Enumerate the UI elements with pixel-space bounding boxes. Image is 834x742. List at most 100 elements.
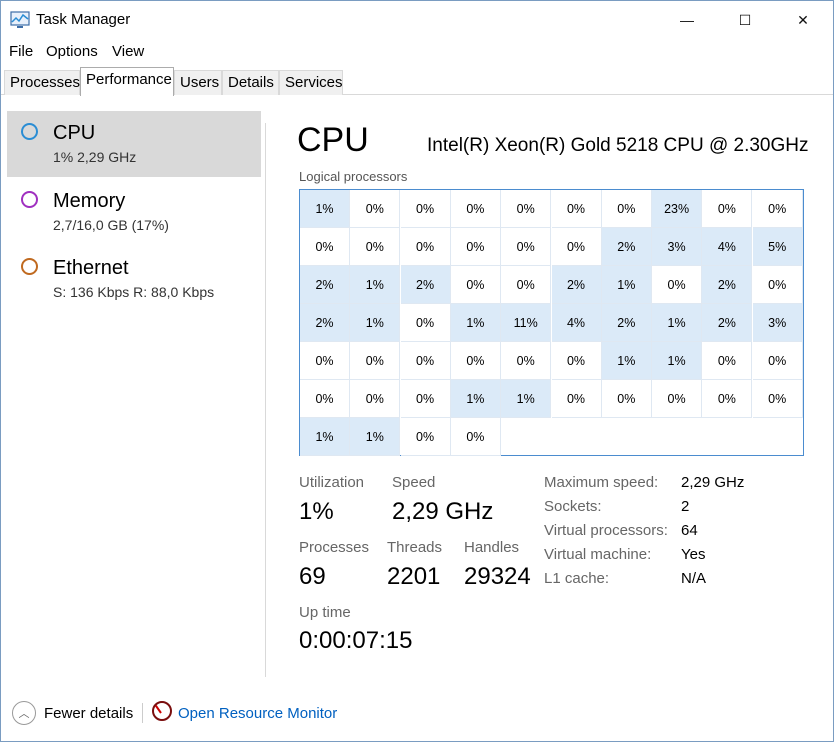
logical-processor-cell: 1% [300, 418, 350, 456]
maximize-button[interactable]: ☐ [716, 1, 774, 39]
sidebar-item-ethernet[interactable]: Ethernet S: 136 Kbps R: 88,0 Kbps [7, 246, 261, 312]
logical-processor-cell: 11% [501, 304, 552, 342]
menu-view[interactable]: View [112, 43, 144, 60]
logical-processor-cell: 0% [752, 190, 803, 228]
logical-processor-cell: 2% [400, 266, 451, 304]
logical-processor-cell: 0% [400, 380, 451, 418]
logical-processor-cell: 0% [450, 228, 501, 266]
logical-processor-cell: 0% [350, 228, 401, 266]
footer-separator [142, 703, 143, 723]
logical-processor-cell: 1% [300, 190, 350, 228]
sockets-label: Sockets: [544, 498, 602, 515]
logical-processor-cell: 0% [300, 342, 350, 380]
fewer-details-link[interactable]: Fewer details [44, 705, 133, 722]
logical-processor-cell: 2% [601, 304, 652, 342]
speed-label: Speed [392, 474, 436, 491]
sidebar-item-cpu[interactable]: CPU 1% 2,29 GHz [7, 111, 261, 177]
sidebar-item-memory[interactable]: Memory 2,7/16,0 GB (17%) [7, 179, 261, 245]
logical-processor-cell: 23% [652, 190, 703, 228]
sidebar-item-subtext: S: 136 Kbps R: 88,0 Kbps [53, 284, 215, 300]
tab-processes[interactable]: Processes [4, 70, 80, 95]
sidebar-item-label: Ethernet [53, 257, 129, 279]
footer-bar: ︿ Fewer details Open Resource Monitor [1, 691, 833, 741]
logical-processor-cell: 0% [601, 190, 652, 228]
utilization-value: 1% [299, 498, 334, 525]
uptime-label: Up time [299, 604, 351, 621]
logical-processor-cell: 0% [551, 380, 602, 418]
minimize-button[interactable]: — [658, 1, 716, 39]
logical-processor-cell: 2% [702, 304, 753, 342]
handles-label: Handles [464, 539, 520, 556]
logical-processor-cell: 2% [601, 228, 652, 266]
logical-processor-cell: 1% [350, 266, 401, 304]
logical-processor-cell: 0% [300, 380, 350, 418]
sockets-value: 2 [681, 498, 690, 515]
logical-processor-cell: 0% [450, 342, 501, 380]
logical-processor-cell: 0% [652, 266, 703, 304]
logical-processor-cell: 0% [450, 418, 501, 456]
task-manager-window: Task Manager — ☐ ✕ File Options View Pro… [0, 0, 834, 742]
speed-value: 2,29 GHz [392, 498, 494, 525]
logical-processor-cell: 0% [400, 418, 451, 456]
logical-processor-cell: 0% [450, 190, 501, 228]
tab-services[interactable]: Services [279, 70, 343, 95]
logical-processor-cell: 3% [652, 228, 703, 266]
logical-processor-cell: 1% [450, 380, 501, 418]
logical-processor-cell: 1% [450, 304, 501, 342]
sidebar-divider[interactable] [265, 123, 266, 677]
resource-monitor-icon[interactable] [152, 701, 172, 721]
memory-graph-icon [21, 191, 38, 208]
logical-processor-cell: 0% [702, 380, 753, 418]
maximize-icon: ☐ [738, 11, 752, 28]
logical-processor-cell: 3% [752, 304, 803, 342]
l1-cache-label: L1 cache: [544, 570, 610, 587]
logical-processor-cell: 0% [501, 228, 552, 266]
logical-processor-cell: 1% [601, 266, 652, 304]
close-icon: ✕ [797, 11, 809, 28]
max-speed-value: 2,29 GHz [681, 474, 745, 491]
logical-processor-cell: 0% [400, 304, 451, 342]
close-button[interactable]: ✕ [774, 1, 832, 39]
title-bar[interactable]: Task Manager — ☐ ✕ [1, 1, 833, 39]
logical-processor-cell: 0% [752, 380, 803, 418]
logical-processor-cell: 2% [300, 266, 350, 304]
menu-options[interactable]: Options [46, 43, 98, 60]
ethernet-graph-icon [21, 258, 38, 275]
menu-file[interactable]: File [9, 43, 33, 60]
processes-label: Processes [299, 539, 370, 556]
virtual-machine-label: Virtual machine: [544, 546, 652, 563]
logical-processor-cell: 0% [350, 342, 401, 380]
logical-processor-cell: 0% [551, 190, 602, 228]
virtual-processors-value: 64 [681, 522, 698, 539]
uptime-value: 0:00:07:15 [299, 627, 413, 654]
chevron-up-icon[interactable]: ︿ [12, 701, 36, 725]
open-resource-monitor-link[interactable]: Open Resource Monitor [178, 705, 337, 722]
l1-cache-value: N/A [681, 570, 707, 587]
logical-processors-label: Logical processors [299, 169, 408, 184]
threads-label: Threads [387, 539, 443, 556]
utilization-label: Utilization [299, 474, 365, 491]
sidebar-item-label: Memory [53, 190, 126, 212]
logical-processor-cell: 0% [350, 190, 401, 228]
logical-processor-cell: 0% [752, 266, 803, 304]
logical-processor-cell: 4% [702, 228, 753, 266]
logical-processor-cell: 0% [400, 190, 451, 228]
logical-processor-cell: 0% [400, 228, 451, 266]
tab-details[interactable]: Details [222, 70, 279, 95]
logical-processor-cell: 0% [400, 342, 451, 380]
logical-processor-cell: 0% [501, 190, 552, 228]
logical-processor-cell: 0% [702, 190, 753, 228]
logical-processor-cell: 0% [450, 266, 501, 304]
logical-processor-cell: 0% [551, 342, 602, 380]
logical-processor-cell: 0% [601, 380, 652, 418]
cpu-graph-icon [21, 123, 38, 140]
tab-performance[interactable]: Performance [80, 67, 174, 96]
logical-processor-cell: 1% [652, 304, 703, 342]
tab-users[interactable]: Users [174, 70, 222, 95]
logical-processor-cell: 1% [601, 342, 652, 380]
logical-processor-cell: 0% [501, 266, 552, 304]
logical-processors-grid: 1% 0% 0% 0% 0% 0% 0% 23% 0% 0% 0% 0% 0% 0% 0% 0% 2% 3% 4% 5… [299, 189, 804, 456]
logical-processor-cell: 0% [300, 228, 350, 266]
logical-processor-cell: 0% [551, 228, 602, 266]
logical-processor-cell: 5% [752, 228, 803, 266]
